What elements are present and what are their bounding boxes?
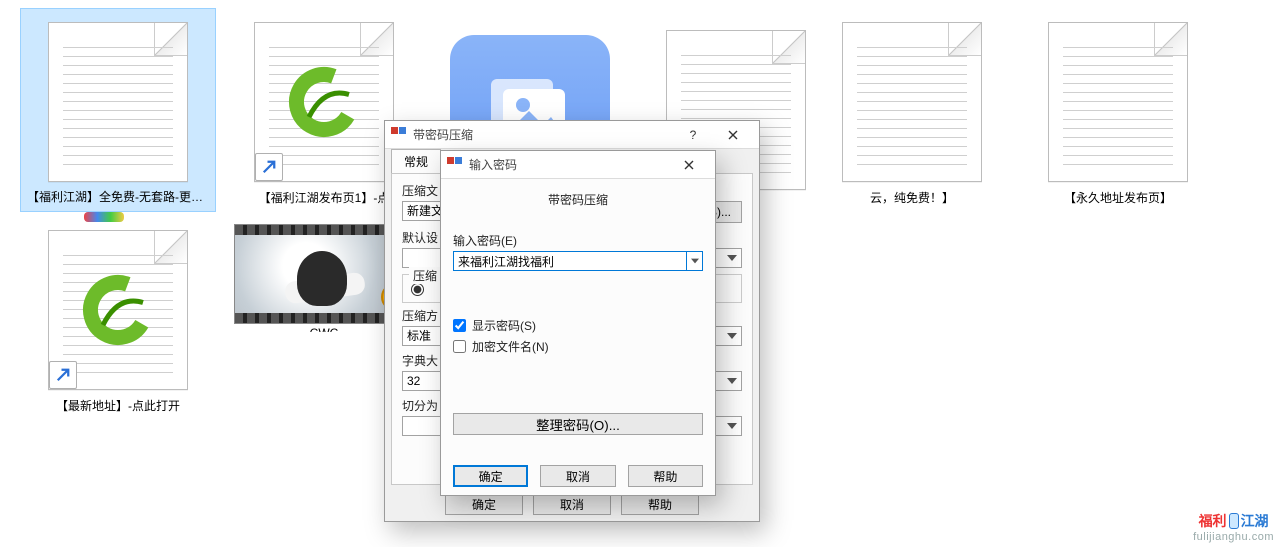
file-item[interactable]: 【最新地址】-点此打开 [20, 216, 216, 420]
close-button[interactable] [713, 121, 753, 149]
organize-passwords-button[interactable]: 整理密码(O)... [453, 413, 703, 435]
close-button[interactable] [669, 151, 709, 179]
shortcut-arrow-icon [255, 153, 283, 181]
dialog-title: 输入密码 [469, 156, 517, 173]
file-label: 云，纯免费！】 [818, 187, 1006, 208]
password-input[interactable] [453, 251, 687, 271]
ok-button[interactable]: 确定 [445, 493, 523, 515]
browser-e-icon [284, 62, 364, 142]
browser-e-icon [78, 270, 158, 350]
text-file-icon [48, 230, 188, 390]
password-dialog: 输入密码 带密码压缩 输入密码(E) 显示密码(S) 加密文件名(N) 整理密码… [440, 150, 716, 496]
file-item[interactable]: 【福利江湖】全免费-无套路-更新快 [20, 8, 216, 212]
text-file-icon [48, 22, 188, 182]
titlebar[interactable]: 带密码压缩 ? [385, 121, 759, 149]
tab-general[interactable]: 常规 [391, 149, 441, 173]
help-button[interactable]: 帮助 [621, 493, 699, 515]
bottle-icon [1229, 513, 1239, 529]
decorative-chip [84, 212, 124, 222]
watermark-right: 江湖 [1241, 511, 1269, 531]
help-button[interactable]: 帮助 [628, 465, 703, 487]
dialog-title: 带密码压缩 [413, 126, 473, 143]
file-label: 【福利江湖】全免费-无套路-更新快 [25, 186, 211, 207]
encrypt-names-label: 加密文件名(N) [472, 338, 549, 355]
file-item[interactable]: 云，纯免费！】 [814, 8, 1010, 212]
file-label: 【永久地址发布页】 [1024, 187, 1212, 208]
watermark-url: fulijianghu.com [1193, 531, 1274, 543]
dropdown-button[interactable] [687, 251, 703, 271]
encrypt-names-checkbox[interactable] [453, 340, 466, 353]
cancel-button[interactable]: 取消 [533, 493, 611, 515]
compress-group-legend: 压缩 [409, 267, 441, 284]
text-file-icon [1048, 22, 1188, 182]
watermark-left: 福利 [1199, 511, 1227, 531]
text-file-icon [254, 22, 394, 182]
compress-radio[interactable] [411, 283, 424, 296]
show-password-label: 显示密码(S) [472, 317, 536, 334]
file-item[interactable]: 【永久地址发布页】 [1020, 8, 1216, 212]
show-password-checkbox[interactable] [453, 319, 466, 332]
app-icon [391, 127, 407, 143]
titlebar[interactable]: 输入密码 [441, 151, 715, 179]
watermark: 福利 江湖 fulijianghu.com [1193, 511, 1274, 543]
cancel-button[interactable]: 取消 [540, 465, 615, 487]
text-file-icon [842, 22, 982, 182]
file-label: 【最新地址】-点此打开 [24, 395, 212, 416]
app-icon [447, 157, 463, 173]
password-label: 输入密码(E) [453, 232, 703, 249]
shortcut-arrow-icon [49, 361, 77, 389]
ok-button[interactable]: 确定 [453, 465, 528, 487]
help-button[interactable]: ? [673, 121, 713, 149]
dialog-heading: 带密码压缩 [453, 191, 703, 208]
